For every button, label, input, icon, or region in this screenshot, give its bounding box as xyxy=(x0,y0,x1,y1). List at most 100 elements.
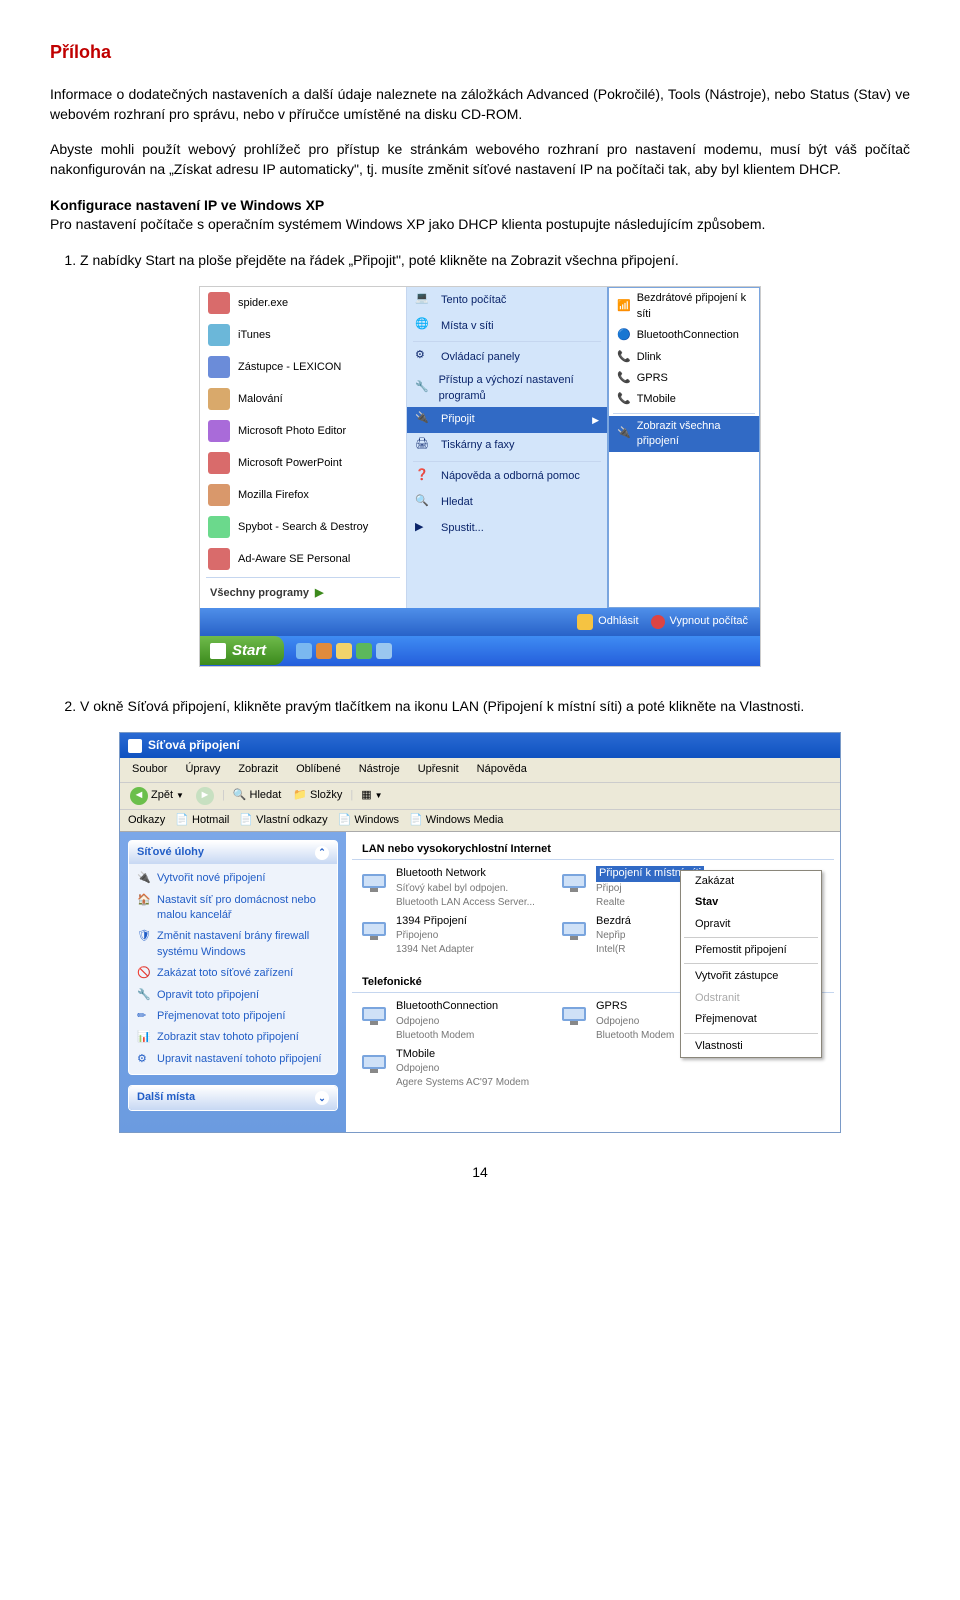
start-menu-item[interactable]: iTunes xyxy=(200,319,406,351)
link-icon: 📄 xyxy=(409,814,423,826)
context-menu-item[interactable]: Přejmenovat xyxy=(681,1009,821,1030)
menu-item[interactable]: Nástroje xyxy=(351,760,408,779)
views-button[interactable]: ▦▼ xyxy=(357,787,386,804)
group-lan: LAN nebo vysokorychlostní Internet xyxy=(352,836,834,860)
context-menu-item[interactable]: Stav xyxy=(681,892,821,913)
menu-item[interactable]: Nápověda xyxy=(469,760,535,779)
connection-icon xyxy=(358,1047,390,1079)
side-task[interactable]: ⚙Upravit nastavení tohoto připojení xyxy=(131,1049,335,1070)
back-button[interactable]: ◄Zpět▼ xyxy=(126,786,188,806)
turnoff-button[interactable]: Vypnout počítač xyxy=(651,614,748,630)
side-task[interactable]: ✏Přejmenovat toto připojení xyxy=(131,1006,335,1027)
window-titlebar: Síťová připojení xyxy=(120,733,840,758)
start-menu-item[interactable]: spider.exe xyxy=(200,287,406,319)
context-menu-item[interactable]: Vytvořit zástupce xyxy=(681,966,821,987)
connection-icon xyxy=(558,914,590,946)
start-button[interactable]: Start xyxy=(200,636,284,665)
start-menu-right-item[interactable]: 🔧Přístup a výchozí nastavení programů xyxy=(407,370,607,407)
network-icon: 📞 xyxy=(617,350,631,365)
context-menu-item[interactable]: Zakázat xyxy=(681,871,821,892)
app-icon xyxy=(208,356,230,378)
link-item[interactable]: 📄 Windows xyxy=(338,813,399,828)
start-menu-item[interactable]: Spybot - Search & Destroy xyxy=(200,511,406,543)
menu-icon: 💻 xyxy=(415,291,433,309)
forward-button[interactable]: ► xyxy=(192,786,218,806)
side-task[interactable]: 🛡Změnit nastavení brány firewall systému… xyxy=(131,926,335,963)
tray-icon[interactable] xyxy=(376,643,392,659)
network-icon: 📶 xyxy=(617,299,631,314)
submenu-item[interactable]: 📞GPRS xyxy=(609,368,759,389)
side-task[interactable]: 🔧Opravit toto připojení xyxy=(131,985,335,1006)
side-task[interactable]: 🚫Zakázat toto síťové zařízení xyxy=(131,963,335,984)
connection-item[interactable]: BluetoothConnectionOdpojenoBluetooth Mod… xyxy=(358,999,538,1042)
menu-item[interactable]: Upřesnit xyxy=(410,760,467,779)
start-menu-item[interactable]: Microsoft Photo Editor xyxy=(200,415,406,447)
submenu-item[interactable]: 📞Dlink xyxy=(609,347,759,368)
submenu-item[interactable]: 📶Bezdrátové připojení k síti xyxy=(609,288,759,325)
start-menu-right-item[interactable]: 🔍Hledat xyxy=(407,490,607,516)
folders-button[interactable]: 📁Složky xyxy=(289,787,346,804)
menu-item[interactable]: Úpravy xyxy=(177,760,228,779)
network-icon: 📞 xyxy=(617,392,631,407)
toolbar: ◄Zpět▼ ► | 🔍Hledat 📁Složky | ▦▼ xyxy=(120,783,840,810)
side-task[interactable]: 🔌Vytvořit nové připojení xyxy=(131,868,335,889)
connection-item[interactable]: Bluetooth NetworkSíťový kabel byl odpoje… xyxy=(358,866,538,909)
link-item[interactable]: 📄 Windows Media xyxy=(409,813,503,828)
submenu-item[interactable]: 🔌Zobrazit všechna připojení xyxy=(609,416,759,453)
start-menu-left: spider.exeiTunesZástupce - LEXICONMalová… xyxy=(200,287,407,607)
menu-item[interactable]: Oblíbené xyxy=(288,760,349,779)
connection-item[interactable]: TMobileOdpojenoAgere Systems AC'97 Modem xyxy=(358,1047,538,1090)
connect-submenu: 📶Bezdrátové připojení k síti🔵BluetoothCo… xyxy=(608,287,760,607)
start-menu-item[interactable]: Mozilla Firefox xyxy=(200,479,406,511)
link-item[interactable]: 📄 Vlastní odkazy xyxy=(239,813,327,828)
arrow-right-icon: ▶ xyxy=(315,586,323,601)
power-icon xyxy=(651,615,665,629)
side-task[interactable]: 🏠Nastavit síť pro domácnost nebo malou k… xyxy=(131,890,335,927)
tray-icon[interactable] xyxy=(296,643,312,659)
menu-icon: ⚙ xyxy=(415,348,433,366)
arrow-right-icon: ► xyxy=(196,787,214,805)
start-menu-right-item[interactable]: 🔌Připojit▶ xyxy=(407,407,607,433)
link-item[interactable]: 📄 Hotmail xyxy=(175,813,229,828)
tray-icon[interactable] xyxy=(316,643,332,659)
start-menu-right-item[interactable]: 🖨Tiskárny a faxy xyxy=(407,433,607,459)
connection-icon xyxy=(358,914,390,946)
start-menu-right-item[interactable]: ❓Nápověda a odborná pomoc xyxy=(407,464,607,490)
context-menu-item[interactable]: Opravit xyxy=(681,914,821,935)
context-menu-item[interactable]: Odstranit xyxy=(681,988,821,1009)
start-menu-right-item[interactable]: 🌐Místa v síti xyxy=(407,313,607,339)
context-menu-item[interactable]: Přemostit připojení xyxy=(681,940,821,961)
submenu-item[interactable]: 📞TMobile xyxy=(609,389,759,410)
expand-icon[interactable]: ⌄ xyxy=(315,1091,329,1105)
collapse-icon[interactable]: ⌃ xyxy=(315,846,329,860)
tray-icon[interactable] xyxy=(336,643,352,659)
menu-item[interactable]: Soubor xyxy=(124,760,175,779)
search-button[interactable]: 🔍Hledat xyxy=(229,787,286,804)
logoff-button[interactable]: Odhlásit xyxy=(577,614,638,630)
network-tasks-panel: Síťové úlohy⌃ 🔌Vytvořit nové připojení🏠N… xyxy=(128,840,338,1075)
start-menu-right-item[interactable]: ▶Spustit... xyxy=(407,516,607,542)
start-menu-right-item[interactable]: 💻Tento počítač xyxy=(407,287,607,313)
app-icon xyxy=(208,452,230,474)
start-menu-item[interactable]: Microsoft PowerPoint xyxy=(200,447,406,479)
menu-item[interactable]: Zobrazit xyxy=(230,760,286,779)
arrow-right-icon: ▶ xyxy=(592,414,599,427)
start-menu-item[interactable]: Ad-Aware SE Personal xyxy=(200,543,406,575)
all-programs[interactable]: Všechny programy ▶ xyxy=(200,580,406,607)
task-icon: 🛡 xyxy=(137,929,151,943)
link-icon: 📄 xyxy=(338,814,352,826)
task-icon: 🔌 xyxy=(137,871,151,885)
start-menu-item[interactable]: Zástupce - LEXICON xyxy=(200,351,406,383)
side-task[interactable]: 📊Zobrazit stav tohoto připojení xyxy=(131,1027,335,1048)
app-icon xyxy=(208,484,230,506)
start-menu-right-item[interactable]: ⚙Ovládací panely xyxy=(407,344,607,370)
submenu-item[interactable]: 🔵BluetoothConnection xyxy=(609,325,759,346)
app-icon xyxy=(208,292,230,314)
connection-item[interactable]: 1394 PřipojeníPřipojeno1394 Net Adapter xyxy=(358,914,538,957)
context-menu-item[interactable]: Vlastnosti xyxy=(681,1036,821,1057)
tray-icon[interactable] xyxy=(356,643,372,659)
app-icon xyxy=(208,420,230,442)
start-menu-item[interactable]: Malování xyxy=(200,383,406,415)
windows-logo-icon xyxy=(210,643,226,659)
connection-icon xyxy=(558,999,590,1031)
